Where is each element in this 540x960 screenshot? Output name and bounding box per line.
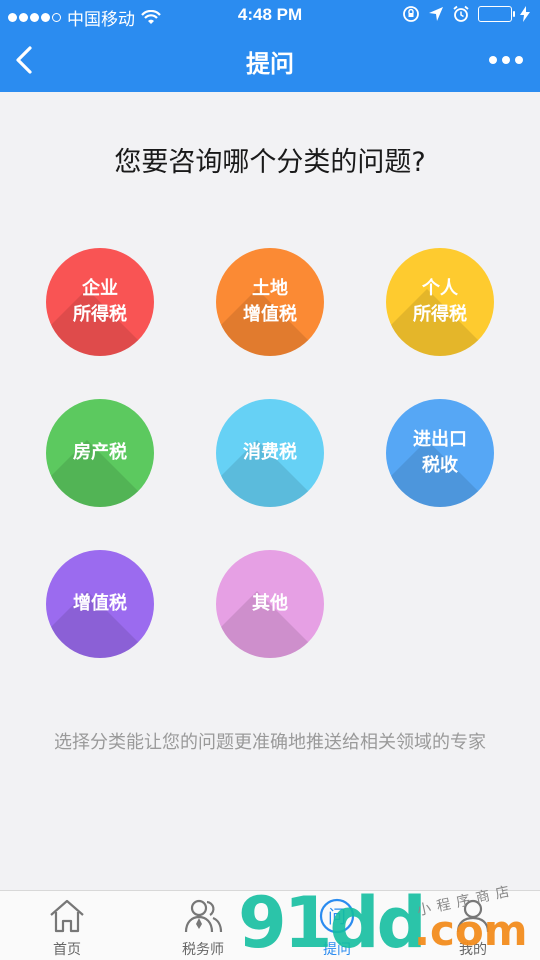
category-personal-income-tax[interactable]: 个人 所得税 (386, 248, 494, 356)
tab-label: 提问 (323, 942, 351, 958)
category-enterprise-income-tax[interactable]: 企业 所得税 (46, 248, 154, 356)
profile-icon (456, 899, 490, 933)
tab-ask[interactable]: 问 提问 (292, 897, 382, 959)
ask-icon: 问 (319, 898, 355, 934)
category-value-added-tax[interactable]: 增值税 (46, 550, 154, 658)
category-import-export-tax[interactable]: 进出口 税收 (386, 399, 494, 507)
tab-label: 税务师 (182, 942, 224, 958)
tab-label: 首页 (53, 942, 81, 958)
page-title: 提问 (246, 50, 294, 78)
advisors-icon (184, 899, 223, 933)
tab-label: 我的 (459, 942, 487, 958)
charging-bolt-icon (520, 6, 530, 22)
tab-bar: 首页 税务师 问 提问 我的 (0, 890, 540, 960)
tab-home[interactable]: 首页 (22, 897, 112, 959)
category-land-value-added-tax[interactable]: 土地 增值税 (216, 248, 324, 356)
location-arrow-icon (429, 7, 443, 21)
category-label: 消费税 (243, 442, 297, 463)
category-property-tax[interactable]: 房产税 (46, 399, 154, 507)
battery-icon (478, 6, 515, 22)
tab-profile[interactable]: 我的 (428, 897, 518, 959)
home-icon (50, 899, 84, 933)
svg-text:问: 问 (328, 907, 346, 928)
nav-bar: 提问 (0, 30, 540, 92)
alarm-icon (453, 5, 469, 22)
category-label: 其他 (252, 593, 288, 614)
category-consumption-tax[interactable]: 消费税 (216, 399, 324, 507)
category-other[interactable]: 其他 (216, 550, 324, 658)
status-bar: 中国移动 4:48 PM (0, 0, 540, 30)
category-label: 进出口 税收 (413, 429, 467, 476)
category-label: 企业 所得税 (73, 278, 127, 325)
category-label: 土地 增值税 (243, 278, 297, 325)
hint-text: 选择分类能让您的问题更准确地推送给相关领域的专家 (54, 732, 486, 753)
question-heading: 您要咨询哪个分类的问题? (114, 147, 426, 178)
status-right (402, 5, 530, 23)
category-label: 增值税 (73, 593, 127, 614)
tab-advisors[interactable]: 税务师 (158, 897, 248, 959)
category-label: 个人 所得税 (413, 278, 467, 325)
orientation-lock-icon (403, 6, 419, 22)
more-dots-icon (489, 56, 497, 64)
category-label: 房产税 (73, 442, 127, 463)
more-button[interactable] (486, 48, 526, 72)
